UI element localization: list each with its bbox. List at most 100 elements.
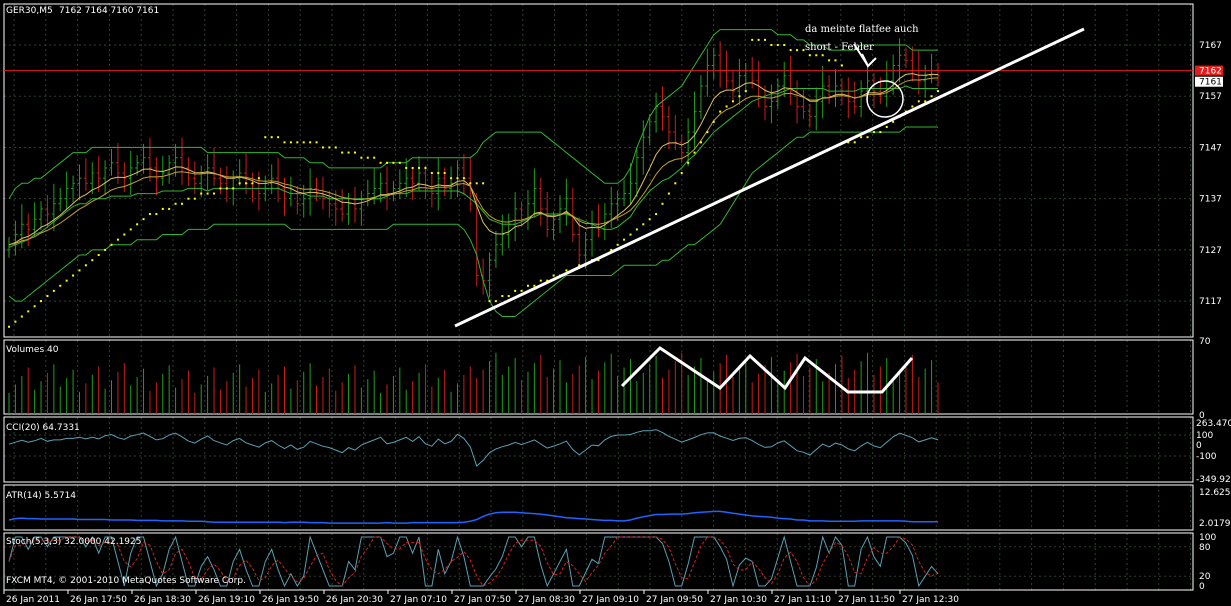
- main-pane-marks: [4, 29, 1193, 328]
- sar-dot: [322, 146, 324, 148]
- y-tick-label: 7137: [1199, 195, 1222, 205]
- sar-dot: [527, 285, 529, 287]
- sar-dot: [886, 126, 888, 128]
- y-tick-label: 7127: [1199, 246, 1222, 256]
- sar-dot: [207, 193, 209, 195]
- sar-dot: [418, 167, 420, 169]
- sar-dot: [200, 193, 202, 195]
- ohlc-label: 7162 7164 7160 7161: [59, 6, 159, 16]
- x-tick-label: 27 Jan 07:50: [454, 595, 511, 605]
- sar-dot: [181, 203, 183, 205]
- sar-dot: [8, 326, 10, 328]
- sar-dot: [533, 285, 535, 287]
- sar-dot: [21, 316, 23, 318]
- trendline-annotation: [455, 29, 1084, 326]
- sar-dot: [501, 295, 503, 297]
- sar-dot: [931, 95, 933, 97]
- ma-slow-line: [9, 78, 938, 245]
- sar-dot: [335, 146, 337, 148]
- sar-dot: [98, 254, 100, 256]
- cci-tick-label: 263.470: [1196, 419, 1231, 429]
- atr-tick-label: 12.625: [1199, 488, 1231, 498]
- volume-zigzag-annotation: [622, 348, 912, 392]
- sar-dot: [104, 249, 106, 251]
- x-tick-label: 26 Jan 2011: [6, 595, 60, 605]
- sar-dot: [879, 131, 881, 133]
- sar-dot: [918, 100, 920, 102]
- x-tick-label: 26 Jan 19:50: [262, 595, 319, 605]
- sar-dot: [668, 193, 670, 195]
- sar-dot: [367, 157, 369, 159]
- sar-dot: [392, 162, 394, 164]
- stoch-label: Stoch(5,3,3) 32.0000 42.1925: [6, 537, 141, 547]
- sar-dot: [636, 228, 638, 230]
- sar-dot: [565, 269, 567, 271]
- price-highlight-label: 7162: [1199, 67, 1222, 77]
- sar-dot: [290, 141, 292, 143]
- y-tick-label: 7157: [1199, 92, 1222, 102]
- sar-dot: [251, 182, 253, 184]
- sar-dot: [726, 105, 728, 107]
- sar-dot: [232, 187, 234, 189]
- sar-dot: [700, 141, 702, 143]
- sar-dot: [758, 39, 760, 41]
- sar-dot: [85, 264, 87, 266]
- sar-dot: [380, 162, 382, 164]
- sar-dot: [834, 59, 836, 61]
- pane-frames: [4, 4, 1193, 590]
- sar-dot: [354, 152, 356, 154]
- stoch-tick-label: 20: [1199, 572, 1211, 582]
- sar-dot: [117, 239, 119, 241]
- x-tick-label: 27 Jan 07:10: [390, 595, 447, 605]
- sar-dot: [706, 131, 708, 133]
- sar-dot: [412, 167, 414, 169]
- sar-dot: [790, 49, 792, 51]
- sar-dot: [59, 285, 61, 287]
- sar-dot: [764, 39, 766, 41]
- sar-dot: [713, 121, 715, 123]
- sar-dot: [469, 182, 471, 184]
- sar-dot: [27, 310, 29, 312]
- sar-dot: [777, 44, 779, 46]
- atr-tick-label: 2.0179: [1199, 519, 1231, 529]
- subpane-marks: [9, 348, 938, 586]
- sar-dot: [149, 213, 151, 215]
- sar-dot: [476, 182, 478, 184]
- sar-dot: [168, 208, 170, 210]
- x-tick-label: 27 Jan 11:10: [774, 595, 831, 605]
- sar-dot: [809, 54, 811, 56]
- x-tick-label: 27 Jan 10:30: [710, 595, 767, 605]
- x-tick-label: 27 Jan 11:50: [838, 595, 895, 605]
- sar-dot: [508, 295, 510, 297]
- sar-dot: [66, 280, 68, 282]
- sar-dot: [143, 218, 145, 220]
- sar-dot: [136, 223, 138, 225]
- sar-dot: [213, 193, 215, 195]
- sar-dot: [130, 228, 132, 230]
- sar-dot: [649, 218, 651, 220]
- sar-dot: [553, 275, 555, 277]
- sar-dot: [674, 182, 676, 184]
- sar-dot: [540, 280, 542, 282]
- sar-dot: [341, 152, 343, 154]
- sar-dot: [155, 213, 157, 215]
- sar-dot: [303, 141, 305, 143]
- cci-pane-frame: [4, 417, 1193, 482]
- trading-chart[interactable]: 71677157714771377127711771627161700263.4…: [0, 0, 1231, 606]
- sar-dot: [822, 54, 824, 56]
- sar-dot: [175, 203, 177, 205]
- sar-dot: [687, 162, 689, 164]
- sar-dot: [53, 290, 55, 292]
- sar-dot: [373, 157, 375, 159]
- sar-dot: [194, 198, 196, 200]
- sar-dot: [271, 136, 273, 138]
- sar-dot: [662, 203, 664, 205]
- sar-dot: [219, 187, 221, 189]
- sar-dot: [828, 59, 830, 61]
- cci-label: CCI(20) 64.7331: [6, 423, 80, 433]
- sar-dot: [72, 275, 74, 277]
- sar-dot: [296, 141, 298, 143]
- x-tick-label: 26 Jan 20:30: [326, 595, 383, 605]
- ma-fast-line: [9, 74, 938, 245]
- sar-dot: [521, 290, 523, 292]
